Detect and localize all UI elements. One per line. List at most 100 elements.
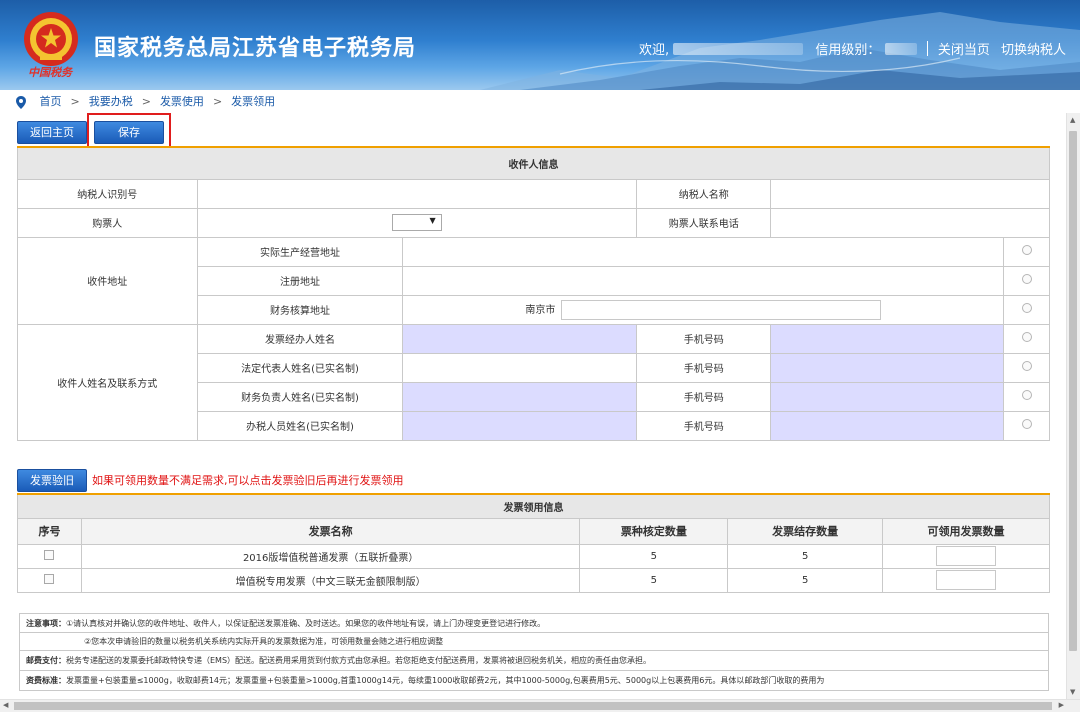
available-qty-input[interactable]: [936, 546, 997, 566]
breadcrumb-invoice-use[interactable]: 发票使用: [160, 95, 204, 108]
row-checkbox[interactable]: [44, 549, 55, 560]
available-qty-input[interactable]: [936, 570, 997, 590]
address-finance-cell: 南京市: [402, 294, 1005, 325]
address-detail-input[interactable]: [560, 299, 881, 320]
fee-text: 发票重量+包装重量≤1000g，收取邮费14元；发票重量+包装重量>1000g,…: [66, 676, 825, 685]
breadcrumb-separator: >: [141, 95, 151, 108]
logo-script-text: 中国税务: [28, 66, 72, 79]
contact-phone-finance-head: [770, 381, 1005, 412]
chevron-down-icon: ▼: [429, 216, 436, 225]
site-header: 中国税务 国家税务总局江苏省电子税务局 欢迎, 信用级别： 关闭当页 切换纳税人: [0, 0, 1080, 90]
contact-radio-cell: [1003, 410, 1050, 441]
buyer-label: 购票人: [17, 207, 198, 238]
vertical-scrollbar[interactable]: ▲ ▼: [1066, 113, 1080, 699]
address-label-registered: 注册地址: [196, 265, 404, 296]
recipient-section-title: 收件人信息: [17, 146, 1050, 180]
notice-text-1: ①请认真核对并确认您的收件地址、收件人，以保证配送发票准确、及时送达。如果您的收…: [66, 618, 546, 628]
address-radio-registered[interactable]: [1021, 274, 1032, 284]
address-value-actual: [402, 236, 1005, 267]
scroll-left-arrow-icon[interactable]: ◀: [3, 701, 8, 709]
contact-label-tax-officer: 办税人员姓名(已实名制): [196, 410, 404, 441]
breadcrumb: 首页 > 我要办税 > 发票使用 > 发票领用: [16, 92, 275, 112]
contact-phone-tax-officer: [770, 410, 1005, 441]
notice-line-1: 注意事项：①请认真核对并确认您的收件地址、收件人，以保证配送发票准确、及时送达。…: [19, 613, 1049, 633]
buyer-cell: ▼: [196, 207, 638, 238]
notice-text-2: ②您本次申请验旧的数量以税务机关系统内实际开具的发票数据为准，可领用数量会随之进…: [84, 637, 444, 646]
horizontal-scrollbar[interactable]: ◀ ▶: [0, 699, 1080, 713]
row-checkbox[interactable]: [44, 573, 55, 584]
table-row: 2016版增值税普通发票（五联折叠票） 5 5: [17, 543, 1050, 569]
switch-taxpayer-link[interactable]: 切换纳税人: [1001, 43, 1066, 58]
invoice-name: 增值税专用发票（中文三联无金额限制版）: [80, 567, 581, 593]
address-radio-cell: [1003, 294, 1050, 325]
location-pin-icon: [16, 95, 26, 109]
postage-line: 邮费支付：税务专递配送的发票委托邮政特快专递（EMS）配送。配送费用采用货到付款…: [19, 650, 1049, 671]
col-header-stock-qty: 发票结存数量: [727, 517, 884, 545]
breadcrumb-separator: >: [70, 95, 80, 108]
contact-radio-finance-head[interactable]: [1021, 390, 1032, 400]
username-redacted: [673, 42, 804, 55]
breadcrumb-home[interactable]: 首页: [40, 95, 62, 108]
contact-phone-legal-rep: [770, 352, 1005, 383]
address-radio-cell: [1003, 265, 1050, 296]
phone-label: 手机号码: [636, 381, 772, 412]
taxpayer-id-label: 纳税人识别号: [17, 178, 198, 209]
credit-level-redacted: [884, 42, 917, 55]
scroll-up-arrow-icon[interactable]: ▲: [1070, 116, 1075, 124]
postage-label: 邮费支付：: [26, 656, 66, 665]
credit-level-label: 信用级别：: [815, 43, 881, 58]
buyer-select[interactable]: ▼: [391, 214, 442, 231]
available-qty-cell: [882, 543, 1050, 569]
contact-radio-cell: [1003, 323, 1050, 354]
address-group-label: 收件地址: [17, 236, 198, 325]
buyer-phone-label: 购票人联系电话: [636, 207, 772, 238]
scroll-down-arrow-icon[interactable]: ▼: [1070, 688, 1075, 696]
scroll-right-arrow-icon[interactable]: ▶: [1059, 701, 1064, 709]
contact-radio-cell: [1003, 352, 1050, 383]
notice-label: 注意事项：: [26, 618, 66, 628]
warning-text: 如果可领用数量不满足需求,可以点击发票验旧后再进行发票领用: [92, 474, 404, 487]
address-label-finance: 财务核算地址: [196, 294, 404, 325]
breadcrumb-tax-services[interactable]: 我要办税: [89, 95, 133, 108]
stock-qty: 5: [727, 567, 884, 593]
contact-radio-legal-rep[interactable]: [1021, 361, 1032, 371]
close-page-link[interactable]: 关闭当页: [938, 43, 990, 58]
verify-old-invoice-button[interactable]: 发票验旧: [17, 469, 87, 492]
invoice-claim-table: 发票领用信息 序号 发票名称 票种核定数量 发票结存数量 可领用发票数量 201…: [17, 493, 1050, 593]
breadcrumb-separator: >: [212, 95, 223, 108]
back-home-button[interactable]: 返回主页: [17, 121, 87, 144]
invoice-name: 2016版增值税普通发票（五联折叠票）: [80, 543, 581, 569]
contact-name-legal-rep: [402, 352, 638, 383]
contact-radio-handler[interactable]: [1021, 332, 1032, 342]
phone-label: 手机号码: [636, 323, 772, 354]
table-row: 增值税专用发票（中文三联无金额限制版） 5 5: [17, 567, 1050, 593]
col-header-index: 序号: [17, 517, 82, 545]
col-header-available-qty: 可领用发票数量: [882, 517, 1050, 545]
address-radio-finance[interactable]: [1021, 303, 1032, 313]
taxpayer-name-label: 纳税人名称: [636, 178, 772, 209]
address-city-label: 南京市: [525, 304, 556, 316]
contact-radio-tax-officer[interactable]: [1021, 419, 1032, 429]
contact-label-handler: 发票经办人姓名: [196, 323, 404, 354]
vertical-scroll-thumb[interactable]: [1069, 131, 1077, 651]
site-title: 国家税务总局江苏省电子税务局: [94, 36, 417, 61]
address-radio-actual[interactable]: [1021, 245, 1032, 255]
stock-qty: 5: [727, 543, 884, 569]
tax-emblem-icon: [24, 12, 78, 66]
contact-label-finance-head: 财务负责人姓名(已实名制): [196, 381, 404, 412]
address-label-actual: 实际生产经营地址: [196, 236, 404, 267]
contact-radio-cell: [1003, 381, 1050, 412]
save-highlight-box: [87, 113, 171, 150]
horizontal-scroll-thumb[interactable]: [14, 702, 1052, 710]
contact-phone-handler: [770, 323, 1005, 354]
notes-panel: 注意事项：①请认真核对并确认您的收件地址、收件人，以保证配送发票准确、及时送达。…: [19, 613, 1049, 691]
header-divider: [926, 41, 928, 56]
contact-name-tax-officer: [402, 410, 638, 441]
address-value-registered: [402, 265, 1005, 296]
header-user-bar: 欢迎, 信用级别： 关闭当页 切换纳税人: [639, 39, 1066, 58]
buyer-phone-value: [770, 207, 1050, 238]
phone-label: 手机号码: [636, 352, 772, 383]
invoice-section-title: 发票领用信息: [17, 493, 1050, 519]
fee-label: 资费标准：: [26, 676, 66, 685]
row-checkbox-cell: [17, 543, 82, 569]
